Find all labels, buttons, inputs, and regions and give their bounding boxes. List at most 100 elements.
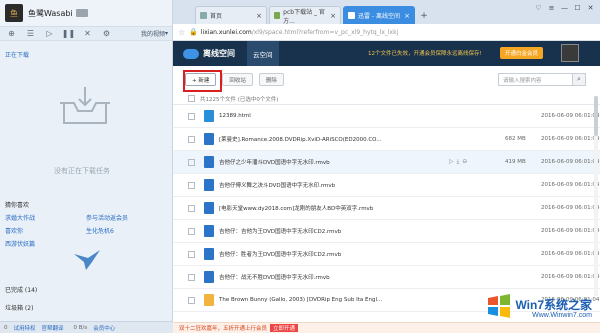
file-row[interactable]: 吉他仔：战无不胜DVD国语中字无水印.rmvb 2016-06-09 06:01:… bbox=[173, 266, 600, 289]
status-zero: 0 bbox=[4, 324, 8, 331]
start-icon[interactable]: ▷ bbox=[42, 28, 57, 40]
tab-bar: 首页 × pcb下载站 _ 官方... × 迅雷 - 离线空间 × + ♡ ≡ … bbox=[173, 0, 600, 25]
file-name[interactable]: 吉他仔：战无不胜DVD国语中字无水印.rmvb bbox=[219, 273, 469, 281]
empty-inbox-icon bbox=[60, 87, 110, 124]
row-checkbox[interactable] bbox=[188, 296, 195, 304]
my-videos-button[interactable]: 我的视频 ▾ bbox=[141, 29, 168, 38]
speed-text: 0 B/s bbox=[73, 324, 88, 331]
watermark-title: Win7系统之家 bbox=[515, 298, 592, 312]
highlight-annotation bbox=[183, 70, 222, 92]
row-checkbox[interactable] bbox=[188, 273, 195, 281]
vip-button[interactable]: 开通白金会员 bbox=[500, 47, 544, 59]
tab-pcb[interactable]: pcb下载站 _ 官方... × bbox=[269, 6, 341, 25]
download-toolbar: ⊕ ☰ ▷ ❚❚ ✕ ⚙ 我的视频 ▾ bbox=[0, 26, 172, 41]
tab-label: 迅雷 - 离线空间 bbox=[358, 13, 400, 20]
url-text[interactable]: lixian.xunlei.com/xl9/space.html?referfr… bbox=[201, 29, 398, 36]
delete-icon[interactable]: ✕ bbox=[80, 28, 95, 40]
file-name[interactable]: 吉他仔之少年潘斗DVD国语中字无水印.rmvb bbox=[219, 158, 469, 166]
row-checkbox[interactable] bbox=[188, 204, 195, 212]
member-center-link[interactable]: 会员中心 bbox=[93, 324, 115, 332]
address-bar[interactable]: ☆ 🔒 lixian.xunlei.com/xl9/space.html?ref… bbox=[173, 24, 600, 41]
file-row[interactable]: 12389.html 2016-06-09 06:01:04 bbox=[173, 105, 600, 128]
video-file-icon bbox=[204, 271, 214, 283]
tab-label: pcb下载站 _ 官方... bbox=[283, 8, 325, 25]
settings-icon[interactable]: ⚙ bbox=[99, 28, 114, 40]
recommend-item-1[interactable]: 求婚大作战 bbox=[5, 213, 35, 222]
recommend-item-2[interactable]: 参与活动返会员 bbox=[86, 213, 128, 222]
scroll-thumb[interactable] bbox=[594, 96, 598, 136]
tab-cloud-space[interactable]: 云空间 bbox=[247, 41, 279, 66]
search-icon[interactable]: ⌕ bbox=[572, 74, 585, 85]
skin-icon[interactable]: ♡ bbox=[532, 3, 545, 13]
file-date: 2016-06-09 06:01:04 bbox=[541, 136, 600, 142]
translate-link[interactable]: 官帮翻译 bbox=[42, 324, 64, 332]
lock-icon: 🔒 bbox=[189, 28, 198, 36]
row-checkbox[interactable] bbox=[188, 227, 195, 235]
row-checkbox[interactable] bbox=[188, 158, 195, 166]
menu-icon[interactable]: ≡ bbox=[545, 3, 558, 13]
thunder-bird-logo bbox=[74, 250, 100, 270]
file-name[interactable]: 吉他仔傅义舞之决斗DVD国语中字无水印.rmvb bbox=[219, 181, 469, 189]
row-checkbox[interactable] bbox=[188, 181, 195, 189]
new-tab-icon[interactable]: + bbox=[417, 10, 431, 22]
avatar[interactable]: 鱼 bbox=[5, 4, 23, 22]
row-checkbox[interactable] bbox=[188, 250, 195, 258]
username[interactable]: 鱼鹭Wasabi bbox=[28, 8, 73, 19]
file-name[interactable]: 12389.html bbox=[219, 113, 469, 119]
tab-offline-space[interactable]: 迅雷 - 离线空间 × bbox=[343, 6, 415, 24]
tab-label: 首页 bbox=[210, 13, 223, 20]
file-name[interactable]: The Brown Bunny (Gallo, 2003) [DVDRip En… bbox=[219, 297, 469, 303]
file-row[interactable]: [莱曼史].Romance.2008.DVDRip.XviD-ARiSCO(ED… bbox=[173, 128, 600, 151]
open-now-link[interactable]: 立即开通 bbox=[270, 324, 299, 332]
file-row[interactable]: 吉他仔傅义舞之决斗DVD国语中字无水印.rmvb 2016-06-09 06:01… bbox=[173, 174, 600, 197]
downloading-label[interactable]: 正在下载 bbox=[5, 50, 29, 59]
more-icon[interactable]: ⊖ bbox=[462, 158, 467, 166]
download-add-icon[interactable]: ⊕ bbox=[4, 28, 19, 40]
file-row[interactable]: 吉他仔：吉他为王DVD国语中字无水印CD2.rmvb 2016-06-09 06:… bbox=[173, 220, 600, 243]
tab-home[interactable]: 首页 × bbox=[195, 6, 267, 24]
list-icon[interactable]: ☰ bbox=[23, 28, 38, 40]
row-actions: ▷ ⤓ ⊖ bbox=[449, 158, 467, 166]
vip-badge-icon bbox=[75, 9, 88, 17]
scrollbar[interactable] bbox=[594, 96, 598, 296]
close-icon[interactable]: × bbox=[330, 12, 336, 20]
close-icon[interactable]: × bbox=[404, 12, 410, 20]
row-checkbox[interactable] bbox=[188, 112, 195, 120]
url-host: lixian.xunlei.com bbox=[200, 28, 252, 36]
file-row[interactable]: 吉他仔：胜者为王DVD国语中字无水印CD2.rmvb 2016-06-09 06:… bbox=[173, 243, 600, 266]
cloud-icon bbox=[183, 48, 199, 59]
pause-icon[interactable]: ❚❚ bbox=[61, 28, 76, 40]
file-row[interactable]: [电影天堂www.dy2018.com]龙刚的朋友人BD中英双字.rmvb 201… bbox=[173, 197, 600, 220]
completed-label[interactable]: 已完成 (14) bbox=[5, 285, 37, 294]
recycle-bin-button[interactable]: 回收站 bbox=[222, 73, 253, 86]
play-icon[interactable]: ▷ bbox=[449, 158, 454, 166]
window-controls: ♡ ≡ — ☐ ✕ bbox=[532, 3, 597, 13]
offline-header: 离线空间 云空间 12个文件已失效，开通会员保障永远离线保存! 开通白金会员 bbox=[173, 41, 600, 66]
select-all-checkbox[interactable] bbox=[188, 95, 195, 102]
search-input[interactable]: 请输入搜索内容 ⌕ bbox=[498, 73, 586, 86]
trial-link[interactable]: 试用特权 bbox=[14, 324, 36, 332]
recommend-item-4[interactable]: 生化危机6 bbox=[86, 226, 114, 235]
file-date: 2016-06-09 06:01:04 bbox=[541, 228, 600, 234]
file-date: 2016-06-09 06:01:04 bbox=[541, 159, 600, 165]
watermark: Win7系统之家 Www.Winwin7.com bbox=[486, 293, 592, 319]
trash-label[interactable]: 垃圾箱 (2) bbox=[5, 303, 33, 312]
recommend-item-5[interactable]: 西游伏妖篇 bbox=[5, 239, 35, 248]
download-icon[interactable]: ⤓ bbox=[457, 158, 460, 166]
recommend-item-3[interactable]: 喜欢你 bbox=[5, 226, 23, 235]
file-row[interactable]: 吉他仔之少年潘斗DVD国语中字无水印.rmvb ▷ ⤓ ⊖ 419 MB 2016-06-… bbox=[173, 151, 600, 174]
file-name[interactable]: [莱曼史].Romance.2008.DVDRip.XviD-ARiSCO(ED… bbox=[219, 135, 469, 143]
file-name[interactable]: 吉他仔：吉他为王DVD国语中字无水印CD2.rmvb bbox=[219, 227, 469, 235]
close-icon[interactable]: × bbox=[256, 12, 262, 20]
file-name[interactable]: [电影天堂www.dy2018.com]龙刚的朋友人BD中英双字.rmvb bbox=[219, 204, 469, 212]
maximize-icon[interactable]: ☐ bbox=[571, 3, 584, 13]
file-name[interactable]: 吉他仔：胜者为王DVD国语中字无水印CD2.rmvb bbox=[219, 250, 469, 258]
row-checkbox[interactable] bbox=[188, 135, 195, 143]
avatar[interactable] bbox=[561, 44, 579, 62]
minimize-icon[interactable]: — bbox=[558, 3, 571, 13]
delete-button[interactable]: 删除 bbox=[258, 73, 284, 86]
close-window-icon[interactable]: ✕ bbox=[584, 3, 597, 13]
file-date: 2016-06-09 06:01:04 bbox=[541, 274, 600, 280]
favorite-star-icon[interactable]: ☆ bbox=[178, 28, 185, 37]
search-placeholder: 请输入搜索内容 bbox=[503, 77, 542, 84]
